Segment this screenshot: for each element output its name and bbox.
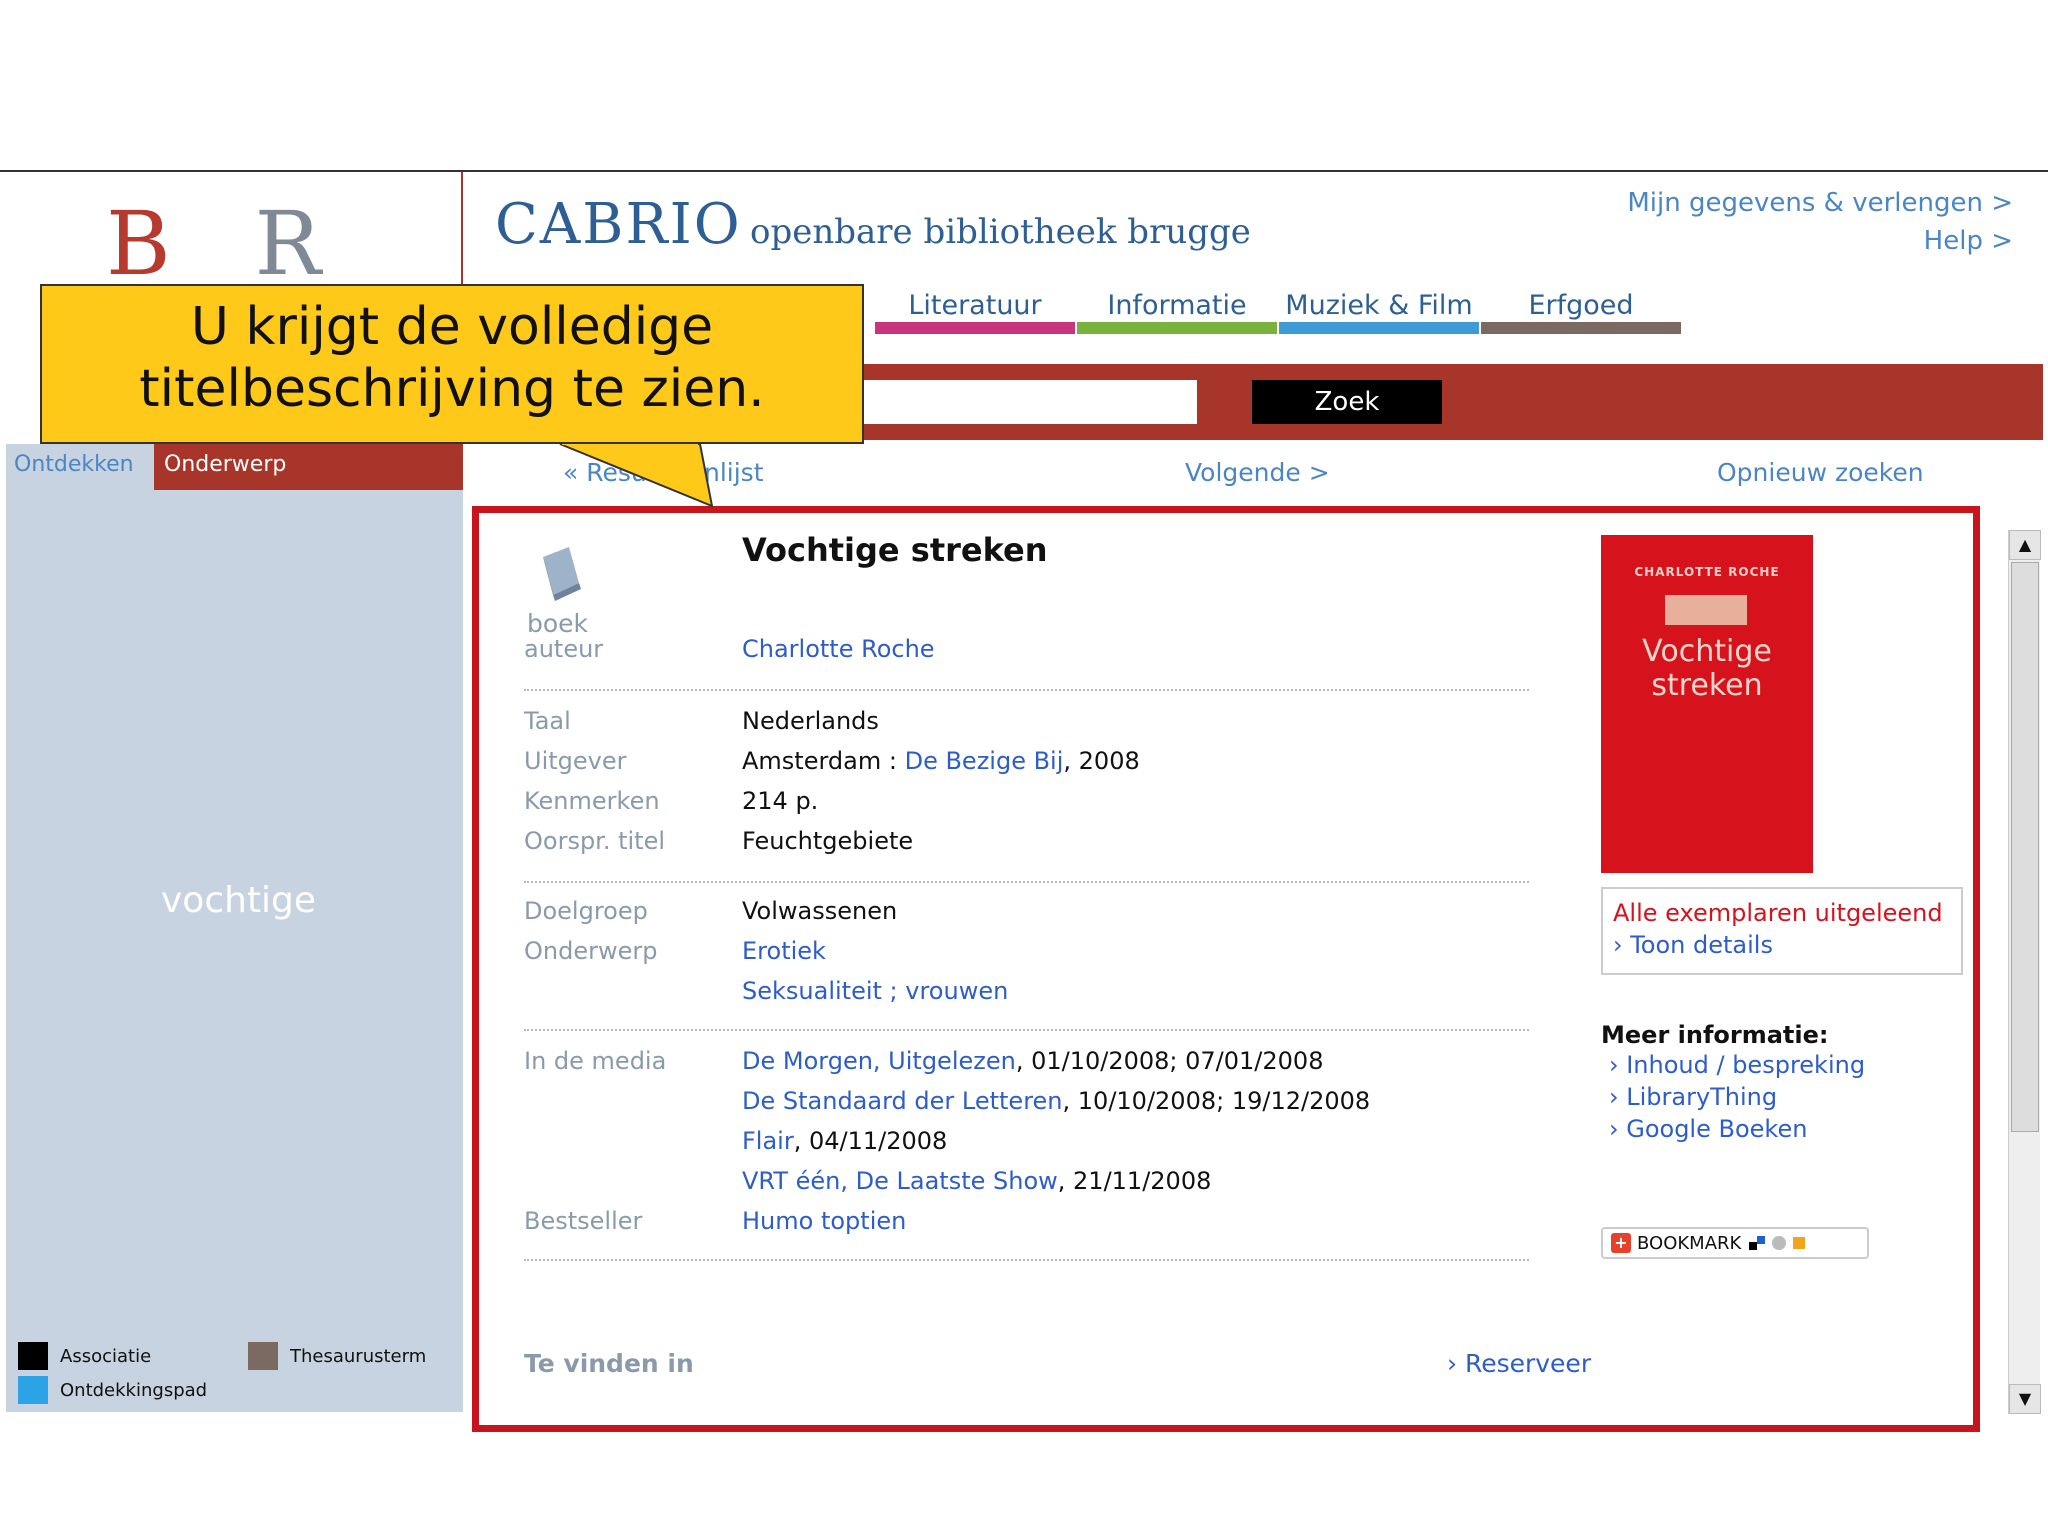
callout-tail [559, 441, 714, 508]
callout-text: U krijgt de volledige titelbeschrijving … [42, 296, 862, 420]
callout-line: U krijgt de volledige [190, 297, 714, 357]
callout-line: titelbeschrijving te zien. [139, 359, 765, 419]
annotation-callout: U krijgt de volledige titelbeschrijving … [40, 284, 864, 444]
